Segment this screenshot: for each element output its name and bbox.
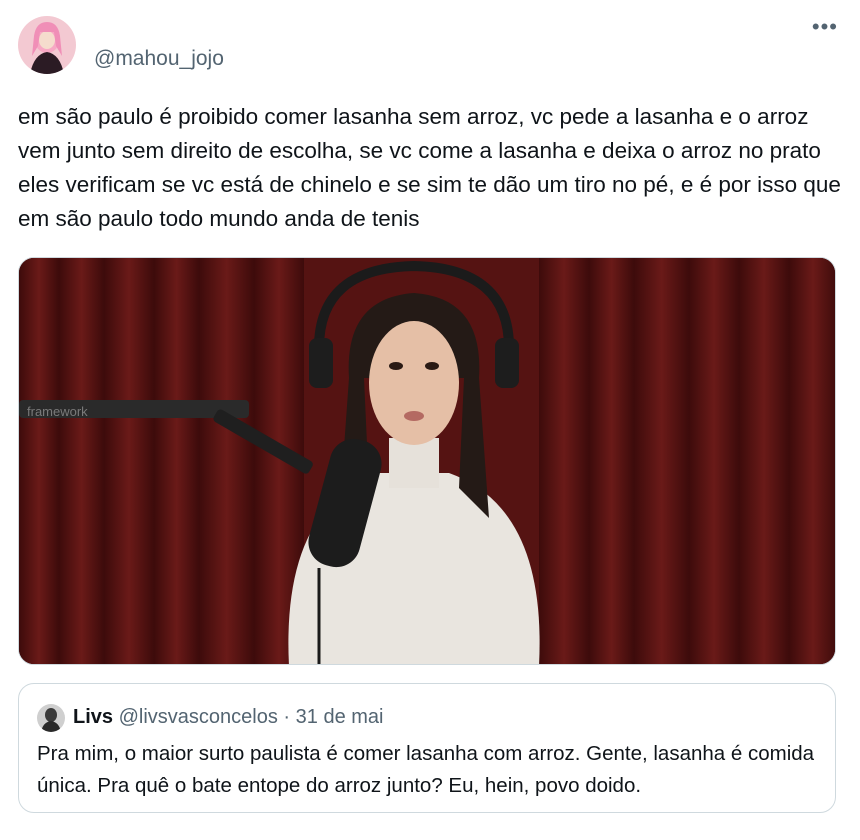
tweet-text: em são paulo é proibido comer lasanha se… bbox=[18, 104, 841, 231]
author-handle[interactable]: @mahou_jojo bbox=[94, 47, 224, 71]
quoted-separator: · bbox=[283, 706, 291, 728]
quoted-text: Pra mim, o maior surto paulista é comer … bbox=[37, 742, 815, 797]
quoted-tweet[interactable]: Livs @livsvasconcelos · 31 de mai Pra mi… bbox=[18, 683, 836, 813]
media-watermark: framework bbox=[27, 404, 88, 419]
avatar[interactable] bbox=[18, 16, 76, 74]
tweet: @mahou_jojo ••• em são paulo é proibido … bbox=[0, 0, 860, 840]
quoted-name[interactable]: Livs bbox=[73, 706, 113, 728]
quoted-avatar[interactable] bbox=[37, 704, 65, 732]
quoted-header: Livs @livsvasconcelos · 31 de mai bbox=[73, 706, 383, 729]
quoted-handle[interactable]: @livsvasconcelos bbox=[119, 706, 278, 728]
more-icon[interactable]: ••• bbox=[812, 14, 838, 40]
tweet-media-image[interactable]: framework bbox=[18, 257, 836, 665]
quoted-date[interactable]: 31 de mai bbox=[296, 706, 384, 728]
